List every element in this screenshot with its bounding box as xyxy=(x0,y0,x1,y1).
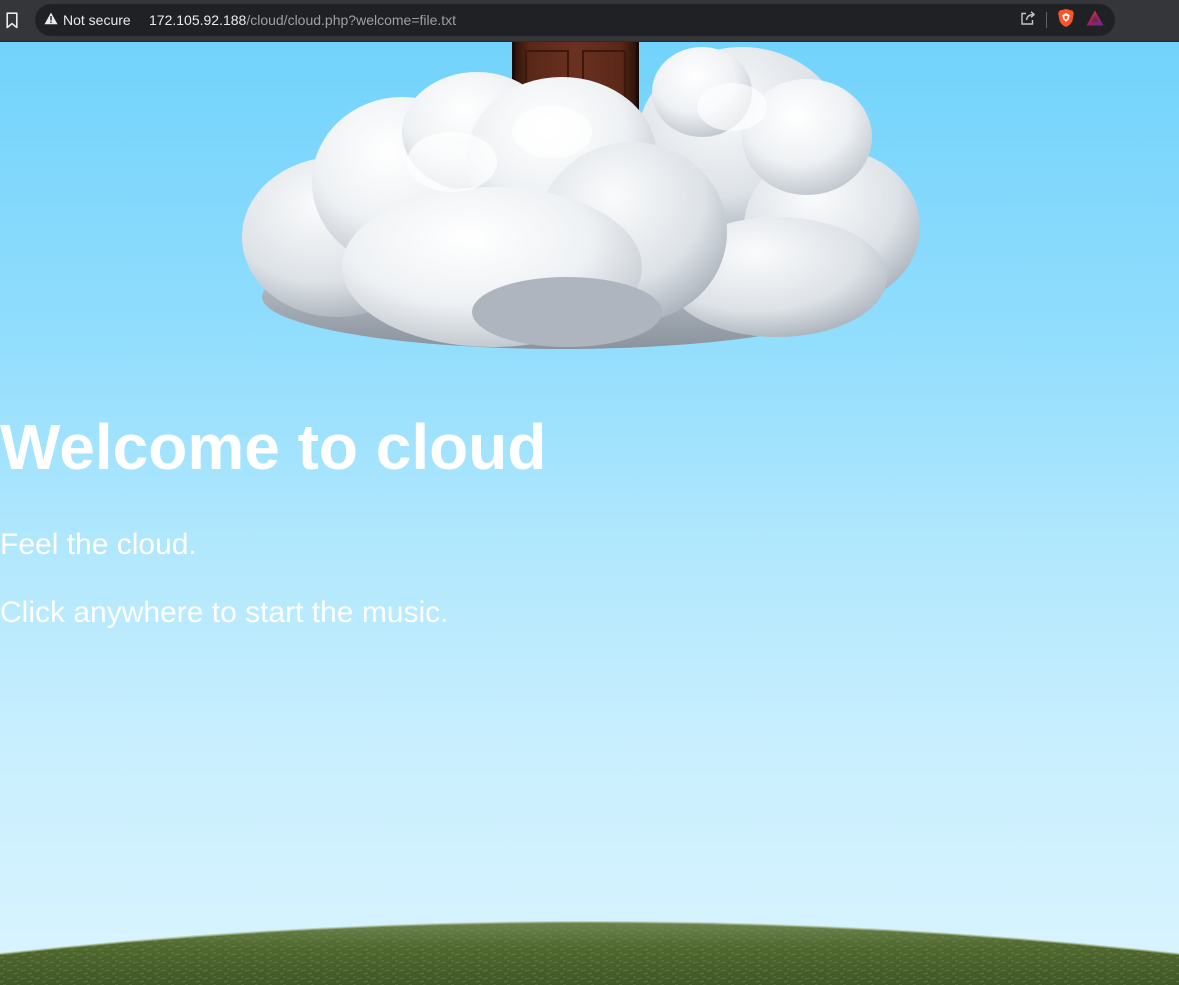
cloud-image xyxy=(242,47,920,349)
grass-hill-image xyxy=(0,921,1179,985)
bookmark-icon[interactable] xyxy=(3,10,21,30)
url-path: /cloud/cloud.php?welcome=file.txt xyxy=(246,12,457,28)
security-indicator[interactable]: Not secure xyxy=(44,4,131,36)
tagline: Feel the cloud. xyxy=(0,528,197,561)
brave-rewards-icon[interactable] xyxy=(1085,9,1105,32)
address-bar[interactable]: Not secure 172.105.92.188/cloud/cloud.ph… xyxy=(35,4,1115,36)
url-host: 172.105.92.188 xyxy=(149,12,247,28)
omnibox-actions xyxy=(1020,4,1105,36)
url-text[interactable]: 172.105.92.188/cloud/cloud.php?welcome=f… xyxy=(149,4,456,36)
share-icon[interactable] xyxy=(1020,10,1036,31)
page-viewport[interactable]: Welcome to cloud Feel the cloud. Click a… xyxy=(0,42,1179,985)
warning-icon xyxy=(44,12,58,28)
security-label: Not secure xyxy=(63,12,131,28)
brave-shield-icon[interactable] xyxy=(1057,8,1075,33)
toolbar-divider xyxy=(1046,12,1047,28)
browser-toolbar: Not secure 172.105.92.188/cloud/cloud.ph… xyxy=(0,0,1179,42)
page-title: Welcome to cloud xyxy=(0,411,547,483)
music-instruction: Click anywhere to start the music. xyxy=(0,596,449,629)
